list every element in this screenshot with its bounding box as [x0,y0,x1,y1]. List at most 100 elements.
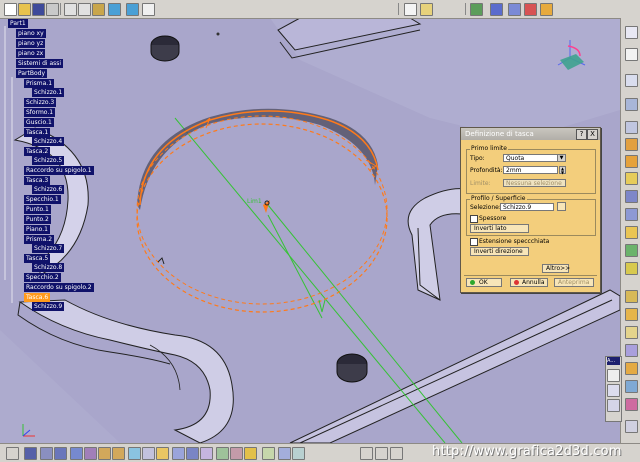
print-icon[interactable] [46,3,59,16]
reverse-side-button[interactable]: Inverti lato [470,224,529,233]
tree-node-pocket-5[interactable]: Tasca.5 [24,254,51,263]
corner-icon[interactable] [375,447,388,460]
tree-node-sketch-9[interactable]: Schizzo.9 [32,302,65,311]
tree-node-sketch-5[interactable]: Schizzo.5 [32,156,65,165]
tree-node-sketch-3[interactable]: Schizzo.3 [24,98,57,107]
tree-node-plane-1[interactable]: Piano.1 [24,225,50,234]
tree-node-sketch-4[interactable]: Schizzo.4 [32,137,65,146]
palette-tool-3-icon[interactable] [607,399,620,412]
boolean-icon[interactable] [625,344,638,357]
sketcher-icon[interactable] [625,74,638,87]
lighting-icon[interactable] [244,447,257,460]
tree-node-pocket-6[interactable]: Tasca.6 [24,293,51,302]
copy-icon[interactable] [78,3,91,16]
tree-node-edge-fillet-2[interactable]: Raccordo su spigolo.2 [24,283,94,292]
paste-icon[interactable] [92,3,105,16]
tree-node-axis-systems[interactable]: Sistemi di assi [16,59,64,68]
plane-icon[interactable] [625,290,638,303]
thickness-checkbox[interactable] [470,215,478,223]
pan-icon[interactable] [70,447,83,460]
knowledge-icon[interactable] [54,447,67,460]
section-icon[interactable] [278,447,291,460]
tree-node-plane-zx[interactable]: piano zx [16,49,46,58]
tree-node-mirror-2[interactable]: Specchio.2 [24,273,61,282]
fillet-icon[interactable] [625,172,638,185]
selection-input[interactable]: Schizzo.9 [500,203,554,211]
multi-view-icon[interactable] [216,447,229,460]
catalog-icon[interactable] [24,447,37,460]
tree-node-plane-xy[interactable]: piano xy [16,29,46,38]
zoom-out-icon[interactable] [112,447,125,460]
redo-icon[interactable] [126,3,139,16]
cancel-button[interactable]: Annulla [510,278,548,287]
tree-node-draft-1[interactable]: Sformo.1 [24,108,56,117]
fillet-curve-icon[interactable] [360,447,373,460]
point-icon[interactable] [625,308,638,321]
reverse-direction-button[interactable]: Inverti direzione [470,247,529,256]
swap-space-icon[interactable] [200,447,213,460]
ok-button[interactable]: OK [466,278,502,287]
depth-input[interactable]: 2mm [503,166,558,174]
whats-this-icon[interactable] [142,3,155,16]
pad-icon[interactable] [625,98,638,111]
design-table-icon[interactable] [40,447,53,460]
render-style-icon[interactable] [524,3,537,16]
type-select[interactable]: Quota ▼ [503,154,566,162]
tree-node-sketch-8[interactable]: Schizzo.8 [32,263,65,272]
help-button[interactable]: ? [576,129,587,140]
line-icon[interactable] [625,326,638,339]
save-icon[interactable] [32,3,45,16]
normal-view-icon[interactable] [142,447,155,460]
constraint-icon[interactable] [625,138,638,151]
palette-tool-1-icon[interactable] [607,369,620,382]
open-file-icon[interactable] [18,3,31,16]
tree-node-point-2[interactable]: Punto.2 [24,215,51,224]
new-file-icon[interactable] [4,3,17,16]
formula-icon[interactable] [6,447,19,460]
edit-sketch-icon[interactable] [557,202,566,211]
tree-node-plane-yz[interactable]: piano yz [16,39,46,48]
measure-icon[interactable] [625,155,638,168]
dialog-titlebar[interactable]: Definizione di tasca ? X [461,128,600,140]
chevron-down-icon[interactable]: ▼ [557,155,565,161]
select-arrow-icon[interactable] [625,48,638,61]
hole-icon[interactable] [625,121,638,134]
depth-spinner[interactable]: ▲ ▼ [559,166,566,175]
shell-icon[interactable] [625,208,638,221]
tree-node-pocket-3[interactable]: Tasca.3 [24,176,51,185]
preview-button[interactable]: Anteprima [554,278,594,287]
tree-node-shell-1[interactable]: Guscio.1 [24,118,54,127]
apply-material-icon[interactable] [625,398,638,411]
analysis-icon[interactable] [625,380,638,393]
tree-node-edge-fillet-1[interactable]: Raccordo su spigolo.1 [24,166,94,175]
measure-item-icon[interactable] [292,447,305,460]
tree-node-partbody[interactable]: PartBody [16,69,47,78]
sketch-plane-icon[interactable] [420,3,433,16]
swap-visible-icon[interactable] [540,3,553,16]
thickness-icon[interactable] [625,362,638,375]
iso-view-icon[interactable] [156,447,169,460]
tree-node-part1[interactable]: Part1 [8,19,28,28]
undo-icon[interactable] [108,3,121,16]
perspective-icon[interactable] [230,447,243,460]
tree-node-prisma-1[interactable]: Prisma.1 [24,79,55,88]
tree-node-pocket-1[interactable]: Tasca.1 [24,128,51,137]
tree-node-point-1[interactable]: Punto.1 [24,205,51,214]
fit-all-icon[interactable] [128,447,141,460]
mirrored-extent-checkbox[interactable] [470,238,478,246]
rotate-icon[interactable] [84,447,97,460]
tree-node-sketch-7[interactable]: Schizzo.7 [32,244,65,253]
tree-node-sketch-6[interactable]: Schizzo.6 [32,185,65,194]
shading-icon[interactable] [172,447,185,460]
tree-node-mirror-1[interactable]: Specchio.1 [24,195,61,204]
fly-mode-icon[interactable] [470,3,483,16]
tree-node-prisma-2[interactable]: Prisma.2 [24,235,55,244]
chamfer-icon[interactable] [625,190,638,203]
grid-icon[interactable] [508,3,521,16]
pattern-icon[interactable] [625,262,638,275]
workbench-icon[interactable] [625,26,638,39]
profile-icon[interactable] [390,447,403,460]
zoom-in-icon[interactable] [98,447,111,460]
draft-icon[interactable] [625,226,638,239]
more-button[interactable]: Altro>> [542,264,570,273]
